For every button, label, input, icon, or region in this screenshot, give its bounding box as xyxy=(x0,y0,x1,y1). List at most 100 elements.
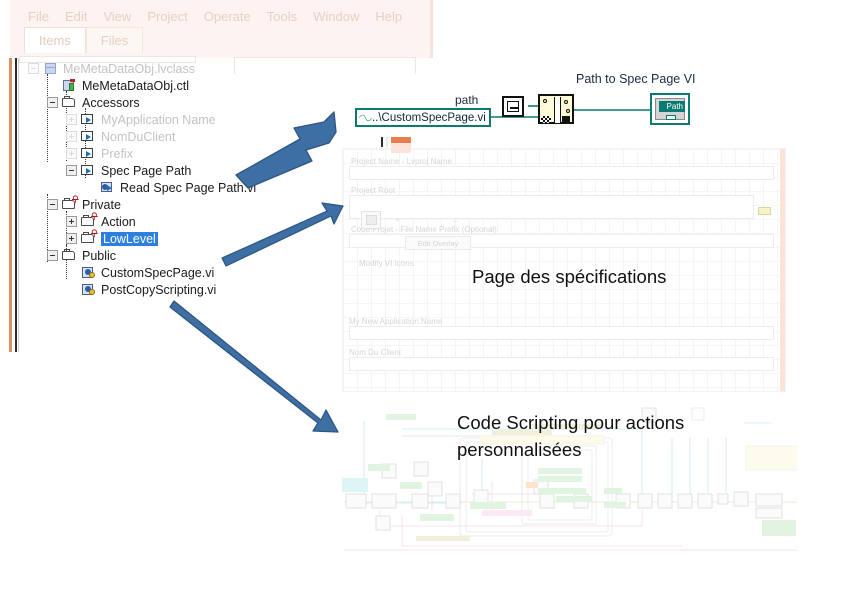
path-glyph-icon: ◠◡ xyxy=(359,113,372,122)
folder-icon xyxy=(62,249,77,262)
tree-item-nomduclient[interactable]: NomDuClient xyxy=(20,128,390,145)
tree-item-label: Prefix xyxy=(101,146,133,161)
vi-accessor-icon xyxy=(100,181,115,194)
tree-item-prefix[interactable]: Prefix xyxy=(20,145,390,162)
tree-item-lowlevel[interactable]: ⚲ LowLevel xyxy=(20,230,390,247)
browse-folder-button[interactable] xyxy=(757,204,773,218)
tree-item-ctl[interactable]: MeMetaDataObj.ctl xyxy=(20,77,390,94)
left-gray-rule xyxy=(18,58,19,352)
path-constant[interactable]: ◠◡ ..\CustomSpecPage.vi xyxy=(355,108,491,127)
tab-items[interactable]: Items xyxy=(24,27,86,53)
panel-toolbar-marker xyxy=(381,137,417,153)
folder-locked-icon: ⚲ xyxy=(62,196,79,211)
expander-icon[interactable] xyxy=(66,216,77,227)
tree-item-read-spec-page-path[interactable]: Read Spec Page Path.vi xyxy=(20,179,390,196)
field-label-my-new-application-name: My New Application Name xyxy=(349,317,443,326)
tree-item-label: NomDuClient xyxy=(101,129,176,144)
tree-item-label: Spec Page Path xyxy=(101,163,192,178)
menu-item-tools[interactable]: Tools xyxy=(267,9,297,24)
annotation-spec-page: Page des spécifications xyxy=(472,266,667,287)
vi-icon xyxy=(81,266,96,279)
accessor-icon xyxy=(81,130,96,143)
field-label-project-root: Project Root xyxy=(351,186,396,195)
plus-symbol: + xyxy=(395,215,401,225)
labview-project-window: File Edit View Project Operate Tools Win… xyxy=(10,0,433,58)
tree-item-lvclass[interactable]: MeMetaDataObj.lvclass xyxy=(20,60,390,77)
field-input-my-new-application-name[interactable] xyxy=(349,326,774,340)
marker-bar xyxy=(386,137,388,147)
tab-strip: Items Files xyxy=(24,27,144,53)
tree-item-spec-page-path[interactable]: Spec Page Path xyxy=(20,162,390,179)
panel-right-salmon-strip xyxy=(780,149,785,391)
menu-item-help[interactable]: Help xyxy=(375,9,402,24)
expander-icon[interactable] xyxy=(47,199,58,210)
tree-item-label: MyApplication Name xyxy=(101,112,216,127)
menu-item-file[interactable]: File xyxy=(28,9,49,24)
tree-item-label: PostCopyScripting.vi xyxy=(101,282,217,297)
menu-item-project[interactable]: Project xyxy=(147,9,187,24)
tree-item-label: Read Spec Page Path.vi xyxy=(120,180,257,195)
tab-files[interactable]: Files xyxy=(85,27,144,53)
block-diagram-snippet: Path to Spec Page VI path ◠◡ ..\CustomSp… xyxy=(350,72,696,134)
expander-icon[interactable] xyxy=(47,97,58,108)
tree-item-label: MeMetaDataObj.lvclass xyxy=(63,61,195,76)
menu-item-edit[interactable]: Edit xyxy=(65,9,87,24)
annotation-code-scripting: Code Scripting pour actions personnalisé… xyxy=(457,412,685,460)
field-label-project-name: Project Name - Lvproj Name xyxy=(351,157,452,166)
left-salmon-rule xyxy=(9,58,12,352)
cube-icon xyxy=(43,62,58,75)
field-input-nom-du-client[interactable] xyxy=(349,357,774,371)
tree-item-customspecpage[interactable]: CustomSpecPage.vi xyxy=(20,264,390,281)
current-vi-path-node[interactable] xyxy=(502,96,524,117)
tree-item-action[interactable]: ⚲ Action xyxy=(20,213,390,230)
accessor-icon xyxy=(81,113,96,126)
menu-item-view[interactable]: View xyxy=(103,9,131,24)
tree-item-accessors[interactable]: Accessors xyxy=(20,94,390,111)
screenshot-root: File Edit View Project Operate Tools Win… xyxy=(0,0,849,590)
tree-item-label: LowLevel xyxy=(101,231,158,246)
equals-symbol: = xyxy=(453,215,459,225)
expander-icon[interactable] xyxy=(28,63,39,74)
folder-locked-icon: ⚲ xyxy=(81,213,98,228)
tree-item-label: CustomSpecPage.vi xyxy=(101,265,215,280)
strip-build-path-node[interactable] xyxy=(538,94,574,124)
vi-icon-preview[interactable] xyxy=(361,211,381,229)
path-constant-value: ..\CustomSpecPage.vi xyxy=(371,111,486,124)
menu-item-window[interactable]: Window xyxy=(313,9,359,24)
marker-bar xyxy=(391,143,411,153)
accessor-icon xyxy=(81,147,96,160)
tree-item-public[interactable]: Public xyxy=(20,247,390,264)
field-label-nom-du-client: Nom Du Client xyxy=(349,348,402,357)
menu-item-operate[interactable]: Operate xyxy=(204,9,251,24)
tree-item-label: Accessors xyxy=(82,95,140,110)
accessor-icon xyxy=(81,164,96,177)
folder-locked-icon: ⚲ xyxy=(81,230,98,245)
path-indicator-terminal[interactable]: Path xyxy=(650,93,690,125)
field-input-project-name[interactable] xyxy=(349,166,774,180)
expander-icon[interactable] xyxy=(66,148,77,159)
tree-item-label: Public xyxy=(82,248,117,263)
tree-item-myapplication-name[interactable]: MyApplication Name xyxy=(20,111,390,128)
edit-overlay-button[interactable]: Edit Overlay xyxy=(405,236,471,250)
class-control-icon xyxy=(62,79,77,92)
tree-item-label: Action xyxy=(101,214,136,229)
expander-icon[interactable] xyxy=(66,165,77,176)
arrow-to-scripting xyxy=(169,300,339,433)
expander-icon[interactable] xyxy=(66,233,77,244)
folder-icon xyxy=(62,96,77,109)
path-terminal-label: Path xyxy=(659,101,685,112)
expander-icon[interactable] xyxy=(66,114,77,125)
marker-bar xyxy=(381,137,383,147)
project-tree: MeMetaDataObj.lvclass MeMetaDataObj.ctl … xyxy=(20,60,390,298)
terminal-notch xyxy=(666,115,676,120)
tree-item-postcopyscripting[interactable]: PostCopyScripting.vi xyxy=(20,281,390,298)
tree-item-label: MeMetaDataObj.ctl xyxy=(82,78,189,93)
menu-bar: File Edit View Project Operate Tools Win… xyxy=(28,6,402,26)
left-black-rule xyxy=(15,58,17,352)
tree-item-private[interactable]: ⚲ Private xyxy=(20,196,390,213)
field-input-project-root[interactable] xyxy=(349,195,754,219)
expander-icon[interactable] xyxy=(47,250,58,261)
expander-icon[interactable] xyxy=(66,131,77,142)
vi-icon xyxy=(81,283,96,296)
field-label-modify-vi-icons: Modify VI Icons xyxy=(359,259,414,268)
